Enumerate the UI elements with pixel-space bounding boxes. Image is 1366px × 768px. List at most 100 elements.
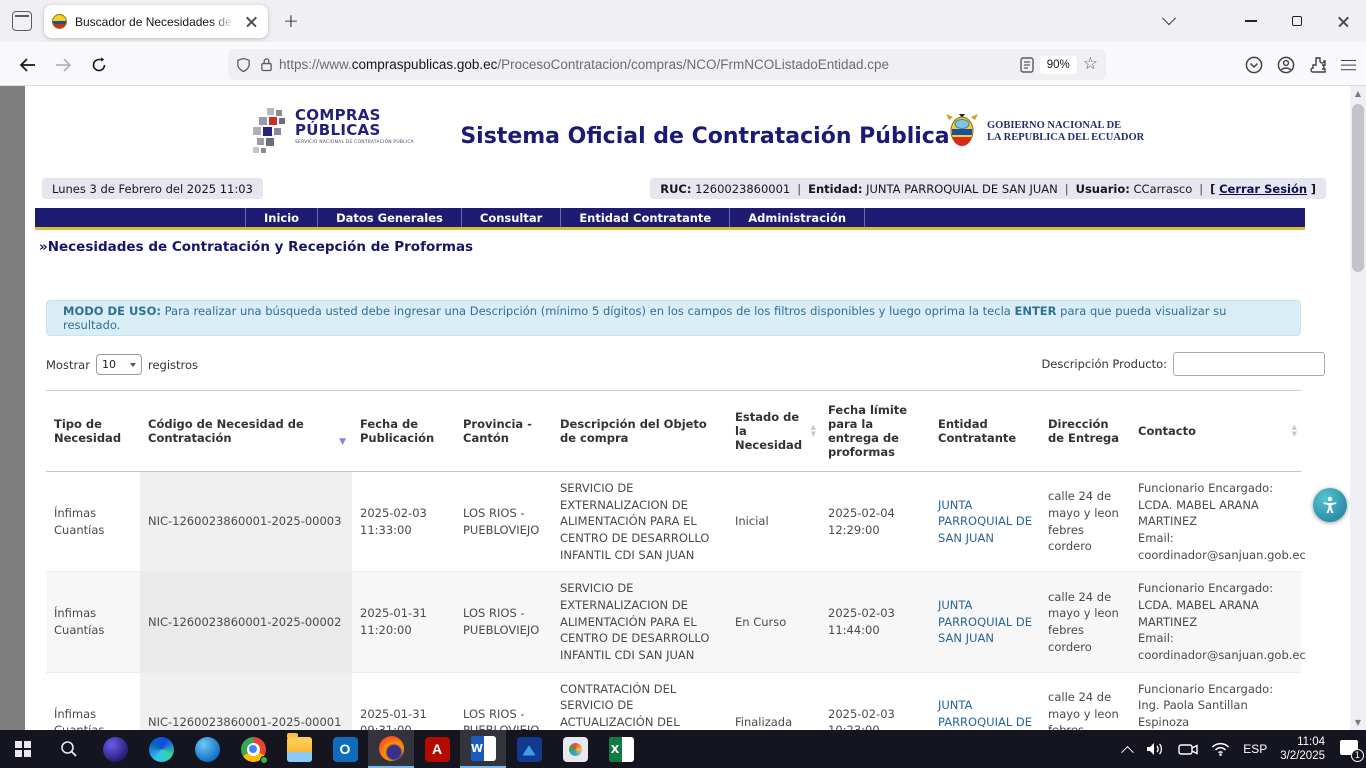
gov-logo-line2: LA REPUBLICA DEL ECUADOR — [987, 132, 1144, 144]
scroll-down-icon[interactable]: ▼ — [1350, 715, 1366, 730]
menu-icon[interactable] — [1341, 60, 1356, 71]
cell-tipo: Ínfimas Cuantías — [46, 572, 140, 672]
nav-item-administracion[interactable]: Administración — [729, 208, 865, 227]
cell-fecha-limite: 2025-02-03 10:23:00 — [820, 672, 930, 730]
taskbar-icon-photos[interactable] — [506, 730, 552, 768]
bookmark-star-icon[interactable]: ☆ — [1083, 56, 1098, 73]
col-header-estado[interactable]: Estado de la Necesidad▲▼ — [727, 391, 820, 472]
current-date: Lunes 3 de Febrero del 2025 11:03 — [42, 178, 263, 199]
entidad-link[interactable]: JUNTA PARROQUIAL DE SAN JUAN — [938, 498, 1032, 545]
notification-center-button[interactable]: 1 — [1338, 739, 1360, 759]
cell-tipo: Ínfimas Cuantías — [46, 672, 140, 730]
reader-mode-icon[interactable] — [1020, 57, 1034, 73]
tab-list-chevron-icon[interactable] — [1146, 0, 1192, 42]
browser-toolbar: https://www.compraspublicas.gob.ec/Proce… — [0, 42, 1366, 86]
col-header-fecha-publicacion[interactable]: Fecha de Publicación — [352, 391, 455, 472]
new-tab-button[interactable]: + — [278, 9, 304, 35]
page-background: COMPRAS PÚBLICAS SERVICIO NACIONAL DE CO… — [0, 86, 1366, 730]
cell-estado: En Curso — [727, 572, 820, 672]
language-indicator[interactable]: ESP — [1243, 742, 1267, 756]
taskbar-icon-edge[interactable] — [138, 730, 184, 768]
usage-label: MODO DE USO: — [63, 304, 161, 318]
taskbar-icon-file-explorer[interactable] — [276, 730, 322, 768]
taskbar-icon-chrome[interactable] — [230, 730, 276, 768]
start-button[interactable] — [0, 730, 46, 768]
tray-date: 3/2/2025 — [1280, 750, 1325, 762]
meet-now-icon[interactable] — [1178, 742, 1198, 757]
notification-badge: 1 — [1351, 749, 1364, 762]
sort-both-icon: ▲▼ — [1292, 424, 1297, 438]
accessibility-widget-button[interactable] — [1313, 488, 1347, 522]
user-value: CCarrasco — [1134, 182, 1193, 196]
extensions-icon[interactable] — [1309, 56, 1327, 74]
col-header-provincia[interactable]: Provincia - Cantón — [455, 391, 552, 472]
site-page: COMPRAS PÚBLICAS SERVICIO NACIONAL DE CO… — [25, 86, 1350, 730]
cell-contacto: Funcionario Encargado: LCDA. MABEL ARANA… — [1130, 472, 1301, 572]
sort-desc-icon: ▼ — [339, 437, 346, 447]
page-length-select[interactable]: 10 — [96, 354, 142, 375]
taskbar-icon-skype[interactable] — [184, 730, 230, 768]
nav-item-datos-generales[interactable]: Datos Generales — [317, 208, 461, 227]
nav-item-inicio[interactable]: Inicio — [245, 208, 317, 227]
taskbar: O A W X ESP 11:04 3/2/2025 1 — [0, 730, 1366, 768]
gov-logo-line1: GOBIERNO NACIONAL DE — [987, 120, 1144, 132]
lock-icon[interactable] — [260, 57, 273, 72]
scrollbar-thumb[interactable] — [1352, 104, 1364, 272]
cell-tipo: Ínfimas Cuantías — [46, 472, 140, 572]
taskbar-icon-word-active[interactable]: W — [460, 730, 506, 768]
taskbar-icon-acrobat-reader[interactable]: A — [414, 730, 460, 768]
cell-provincia: LOS RIOS - PUEBLOVIEJO — [455, 472, 552, 572]
windows-logo-icon — [15, 741, 31, 757]
nav-item-entidad-contratante[interactable]: Entidad Contratante — [560, 208, 729, 227]
tray-time: 11:04 — [1297, 736, 1325, 748]
taskbar-icon-firefox-nightly[interactable] — [92, 730, 138, 768]
clock[interactable]: 11:04 3/2/2025 — [1280, 735, 1325, 763]
taskbar-icon-outlook[interactable]: O — [322, 730, 368, 768]
col-header-descripcion[interactable]: Descripción del Objeto de compra — [552, 391, 727, 472]
cell-descripcion: SERVICIO DE EXTERNALIZACION DE ALIMENTAC… — [552, 572, 727, 672]
cell-codigo: NIC-1260023860001-2025-00003 — [140, 472, 352, 572]
zoom-level-indicator[interactable]: 90% — [1040, 56, 1077, 74]
tab-favicon-icon — [52, 14, 67, 29]
volume-icon[interactable] — [1145, 741, 1165, 757]
back-button[interactable] — [12, 50, 42, 80]
nav-item-consultar[interactable]: Consultar — [461, 208, 560, 227]
col-header-fecha-limite[interactable]: Fecha límite para la entrega de proforma… — [820, 391, 930, 472]
minimize-button[interactable] — [1228, 0, 1274, 42]
taskbar-icon-paint[interactable] — [552, 730, 598, 768]
entidad-link[interactable]: JUNTA PARROQUIAL DE SAN JUAN — [938, 598, 1032, 645]
col-header-tipo[interactable]: Tipo de Necesidad — [46, 391, 140, 472]
entity-value: JUNTA PARROQUIAL DE SAN JUAN — [866, 182, 1058, 196]
wifi-icon[interactable] — [1211, 742, 1230, 756]
forward-button[interactable] — [48, 50, 78, 80]
scroll-up-icon[interactable]: ▲ — [1350, 86, 1366, 101]
col-header-entidad[interactable]: Entidad Contratante — [930, 391, 1040, 472]
firefox-view-icon[interactable] — [12, 11, 32, 31]
pocket-icon[interactable] — [1245, 56, 1263, 74]
page-scrollbar[interactable]: ▲ ▼ — [1350, 86, 1366, 730]
url-bar[interactable]: https://www.compraspublicas.gob.ec/Proce… — [228, 49, 1106, 80]
maximize-button[interactable] — [1274, 0, 1320, 42]
cell-fecha-limite: 2025-02-04 12:29:00 — [820, 472, 930, 572]
taskbar-icon-firefox-active[interactable] — [368, 730, 414, 768]
government-logo: GOBIERNO NACIONAL DE LA REPUBLICA DEL EC… — [945, 112, 1144, 152]
browser-tab[interactable]: Buscador de Necesidades de Co — [44, 5, 268, 38]
taskbar-icon-excel[interactable]: X — [598, 730, 644, 768]
col-header-direccion[interactable]: Dirección de Entrega — [1040, 391, 1130, 472]
col-header-contacto[interactable]: Contacto▲▼ — [1130, 391, 1301, 472]
taskbar-search-button[interactable] — [46, 730, 92, 768]
col-header-codigo[interactable]: Código de Necesidad de Contratación▼ — [140, 391, 352, 472]
product-filter-label: Descripción Producto: — [1041, 357, 1167, 371]
close-button[interactable] — [1320, 0, 1366, 42]
entidad-link[interactable]: JUNTA PARROQUIAL DE SAN JUAN — [938, 698, 1032, 730]
tab-close-icon[interactable] — [244, 14, 260, 30]
tray-expand-chevron-icon[interactable] — [1121, 745, 1134, 758]
table-row: Ínfimas Cuantías NIC-1260023860001-2025-… — [46, 572, 1301, 672]
logout-link[interactable]: Cerrar Sesión — [1219, 182, 1307, 196]
browser-window: Buscador de Necesidades de Co + https://… — [0, 0, 1366, 768]
table-row: Ínfimas Cuantías NIC-1260023860001-2025-… — [46, 472, 1301, 572]
account-icon[interactable] — [1277, 56, 1295, 74]
reload-button[interactable] — [84, 50, 114, 80]
product-filter-input[interactable] — [1173, 352, 1325, 376]
tracking-shield-icon[interactable] — [236, 57, 251, 73]
